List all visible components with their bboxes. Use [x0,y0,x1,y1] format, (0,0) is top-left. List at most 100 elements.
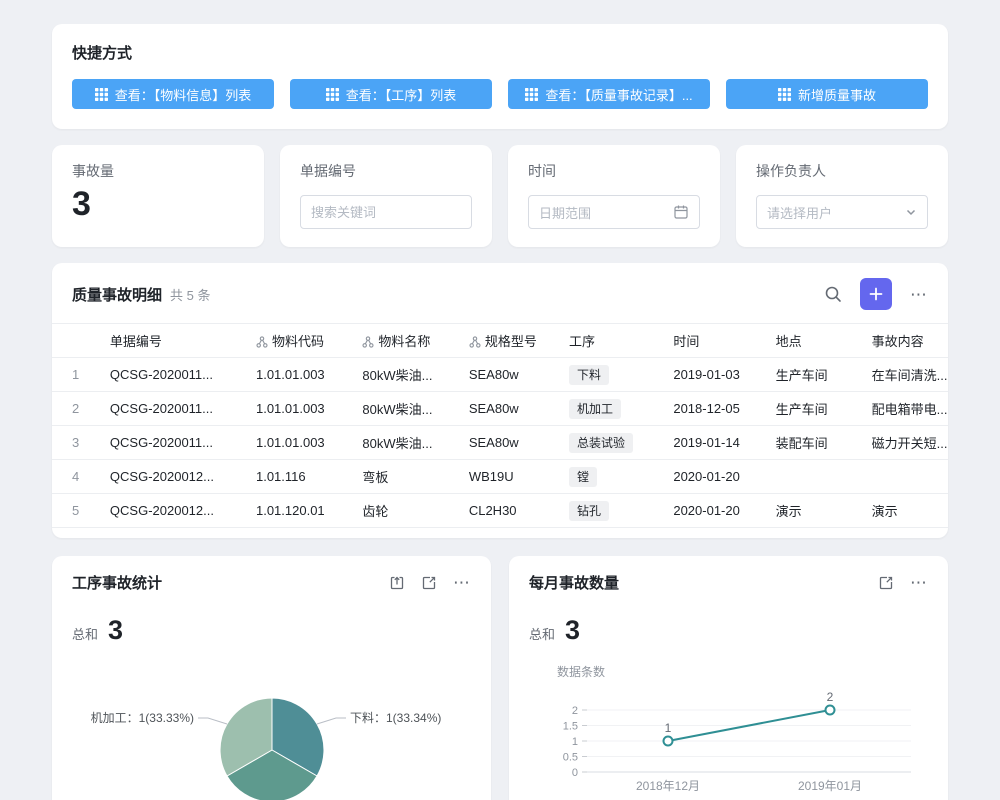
cell-code: 1.01.01.003 [244,358,350,392]
y-tick-label: 1.5 [563,721,578,733]
shortcut-button[interactable]: 查看：【工序】列表 [290,79,492,109]
shortcut-button[interactable]: 新增质量事故 [726,79,928,109]
pie-total-row: 总和 3 [72,615,471,646]
cell-place [764,460,860,494]
expand-button[interactable] [878,575,894,591]
cell-doc: QCSG-2020012... [98,460,244,494]
more-icon[interactable]: ⋯ [453,574,471,591]
chevron-down-icon [905,206,917,218]
cell-spec: SEA80w [457,358,557,392]
cell-name: 齿轮 [350,494,456,528]
cell-name: 80kW柴油... [350,392,456,426]
column-header-spec[interactable]: 规格型号 [457,324,557,358]
chart-row: 工序事故统计 ⋯ [52,556,948,800]
table-row[interactable]: 5QCSG-2020012...1.01.120.01齿轮CL2H30钻孔202… [52,494,948,528]
relation-icon [469,336,481,348]
monthly-line-card: 每月事故数量 ⋯ 总和 3 数据条数00.511.5212018年12月2201… [509,556,948,800]
line-total-row: 总和 3 [529,615,928,646]
shortcut-button-label: 查看：【物料信息】列表 [115,85,252,104]
y-tick-label: 0.5 [563,752,578,764]
column-header-label: 地点 [776,334,802,349]
pie-card-title: 工序事故统计 [72,572,162,593]
cell-code: 1.01.116 [244,460,350,494]
row-number: 3 [52,426,98,460]
column-header-label: 规格型号 [485,334,537,349]
data-point[interactable] [826,706,835,715]
export-icon [389,575,405,591]
cell-name: 80kW柴油... [350,426,456,460]
cell-content [860,460,948,494]
column-header-code[interactable]: 物料代码 [244,324,350,358]
data-point-label: 1 [665,721,672,735]
row-number: 2 [52,392,98,426]
column-header-process[interactable]: 工序 [557,324,661,358]
pie-card-header: 工序事故统计 ⋯ [72,572,471,593]
filter-card-operator: 操作负责人 请选择用户 [736,145,948,247]
x-tick-label: 2018年12月 [636,779,700,793]
shortcut-button-label: 查看：【质量事故记录】... [545,85,692,104]
grid-icon [326,88,339,101]
export-button[interactable] [389,575,405,591]
column-header-label: 单据编号 [110,334,162,349]
column-header-content[interactable]: 事故内容 [860,324,948,358]
filter-row: 事故量 3 单据编号 时间 日期范围 操作负责人 请选择用户 [52,145,948,247]
stat-value: 3 [72,185,244,224]
shortcut-button[interactable]: 查看：【物料信息】列表 [72,79,274,109]
plus-icon [869,287,883,301]
row-number: 1 [52,358,98,392]
data-point[interactable] [664,737,673,746]
more-icon[interactable]: ⋯ [910,574,928,591]
grid-icon [95,88,108,101]
y-tick-label: 1 [572,736,578,748]
shortcut-button[interactable]: 查看：【质量事故记录】... [508,79,710,109]
x-tick-label: 2019年01月 [798,779,862,793]
table-row[interactable]: 3QCSG-2020011...1.01.01.00380kW柴油...SEA8… [52,426,948,460]
column-header-doc[interactable]: 单据编号 [98,324,244,358]
pie-total-value: 3 [108,615,123,646]
cell-date: 2019-01-14 [661,426,763,460]
search-button[interactable] [824,285,842,303]
search-icon [824,285,842,303]
column-header-place[interactable]: 地点 [764,324,860,358]
cell-name: 80kW柴油... [350,358,456,392]
date-range-placeholder: 日期范围 [539,203,591,222]
detail-table: 单据编号物料代码物料名称规格型号工序时间地点事故内容操1QCSG-2020011… [52,323,948,528]
filter-card-doc-no: 单据编号 [280,145,492,247]
column-header-date[interactable]: 时间 [661,324,763,358]
table-row[interactable]: 4QCSG-2020012...1.01.116弯板WB19U镗2020-01-… [52,460,948,494]
cell-date: 2019-01-03 [661,358,763,392]
cell-spec: CL2H30 [457,494,557,528]
grid-icon [778,88,791,101]
column-header-name[interactable]: 物料名称 [350,324,456,358]
y-tick-label: 2 [572,705,578,717]
cell-date: 2018-12-05 [661,392,763,426]
row-number: 5 [52,494,98,528]
cell-place: 装配车间 [764,426,860,460]
table-card-header: 质量事故明细 共 5 条 ⋯ [52,263,948,323]
cell-spec: WB19U [457,460,557,494]
line-card-header: 每月事故数量 ⋯ [529,572,928,593]
relation-icon [256,336,268,348]
column-header-label: 物料名称 [378,334,430,349]
process-tag: 钻孔 [569,501,609,521]
table-row[interactable]: 1QCSG-2020011...1.01.01.00380kW柴油...SEA8… [52,358,948,392]
pie-total-label: 总和 [72,624,98,643]
operator-select[interactable]: 请选择用户 [756,195,928,229]
date-range-input[interactable]: 日期范围 [528,195,700,229]
row-number: 4 [52,460,98,494]
dashboard-page: 快捷方式 查看：【物料信息】列表查看：【工序】列表查看：【质量事故记录】...新… [52,0,948,800]
data-point-label: 2 [827,690,834,704]
add-record-button[interactable] [860,278,892,310]
process-pie-chart: 下料：1(33.34%)总装试验：1(33.33%)机加工：1(33.33%) [72,646,472,800]
table-row[interactable]: 2QCSG-2020011...1.01.01.00380kW柴油...SEA8… [52,392,948,426]
expand-button[interactable] [421,575,437,591]
grid-icon [525,88,538,101]
line-total-label: 总和 [529,624,555,643]
table-actions: ⋯ [824,278,928,310]
cell-content: 磁力开关短... [860,426,948,460]
cell-place: 演示 [764,494,860,528]
more-icon[interactable]: ⋯ [910,286,928,303]
cell-process: 钻孔 [557,494,661,528]
doc-no-search-input[interactable] [300,195,472,229]
filter-card-time: 时间 日期范围 [508,145,720,247]
